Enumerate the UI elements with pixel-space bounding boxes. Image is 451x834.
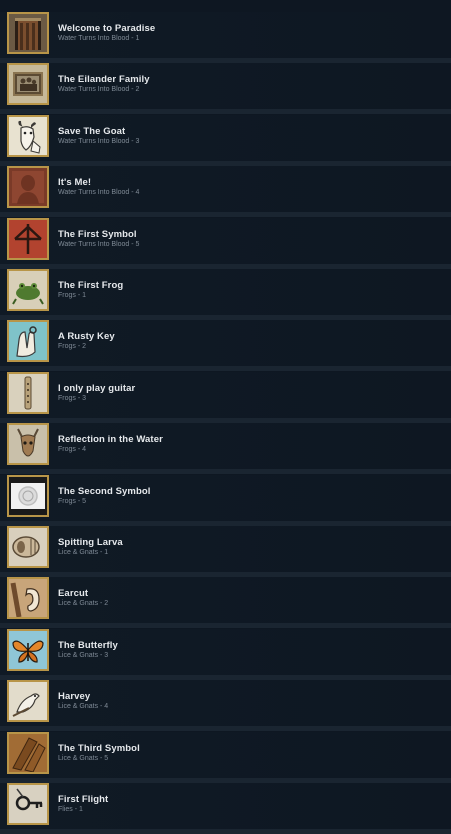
achievement-subtitle: Water Turns Into Blood - 4: [58, 189, 140, 196]
achievement-subtitle: Water Turns Into Blood - 2: [58, 86, 140, 93]
achievement-row[interactable]: It's Me! Water Turns Into Blood - 4: [0, 166, 451, 217]
coin-symbol-icon: [7, 475, 49, 517]
achievement-subtitle: Lice & Gnats - 5: [58, 755, 109, 762]
achievement-subtitle: Water Turns Into Blood - 1: [58, 35, 140, 42]
achievement-row[interactable]: Welcome to Paradise Water Turns Into Bloo…: [0, 12, 451, 63]
achievement-row[interactable]: The Third Symbol Lice & Gnats - 5: [0, 732, 451, 783]
achievement-row[interactable]: A Rusty Key Frogs - 2: [0, 320, 451, 371]
achievement-row[interactable]: Earcut Lice & Gnats - 2: [0, 577, 451, 628]
achievement-list: Welcome to Paradise Water Turns Into Bloo…: [0, 0, 451, 834]
achievement-title: The Eilander Family: [58, 74, 150, 85]
portrait-icon: [7, 166, 49, 208]
key-icon: [7, 783, 49, 825]
achievement-title: The First Symbol: [58, 229, 137, 240]
achievement-subtitle: Lice & Gnats - 3: [58, 652, 109, 659]
achievement-row[interactable]: The Eilander Family Water Turns Into Bloo…: [0, 63, 451, 114]
doorway-icon: [7, 12, 49, 54]
achievement-subtitle: Frogs - 3: [58, 395, 87, 402]
achievement-subtitle: Water Turns Into Blood - 3: [58, 138, 140, 145]
frog-icon: [7, 269, 49, 311]
achievement-row[interactable]: The First Frog Frogs - 1: [0, 269, 451, 320]
achievement-title: Reflection in the Water: [58, 434, 163, 445]
achievement-row[interactable]: Reflection in the Water Frogs - 4: [0, 423, 451, 474]
achievement-subtitle: Frogs - 5: [58, 498, 87, 505]
achievement-title: A Rusty Key: [58, 331, 115, 342]
arrow-symbol-icon: [7, 218, 49, 260]
achievement-row[interactable]: Save The Goat Water Turns Into Blood - 3: [0, 115, 451, 166]
achievement-title: The Butterfly: [58, 640, 118, 651]
achievement-title: The First Frog: [58, 280, 124, 291]
achievement-subtitle: Frogs - 2: [58, 343, 87, 350]
achievement-subtitle: Lice & Gnats - 4: [58, 703, 109, 710]
achievement-subtitle: Water Turns Into Blood - 5: [58, 241, 140, 248]
butterfly-icon: [7, 629, 49, 671]
achievement-row[interactable]: I only play guitar Frogs - 3: [0, 372, 451, 423]
achievement-subtitle: Frogs - 1: [58, 292, 87, 299]
achievement-title: The Second Symbol: [58, 486, 151, 497]
flute-icon: [7, 372, 49, 414]
achievement-title: Save The Goat: [58, 126, 126, 137]
family-portrait-icon: [7, 63, 49, 105]
achievement-row[interactable]: Harvey Lice & Gnats - 4: [0, 680, 451, 731]
achievement-title: The Third Symbol: [58, 743, 140, 754]
achievement-subtitle: Lice & Gnats - 2: [58, 600, 109, 607]
ear-icon: [7, 577, 49, 619]
achievement-row[interactable]: Spitting Larva Lice & Gnats - 1: [0, 526, 451, 577]
hand-key-icon: [7, 320, 49, 362]
achievement-subtitle: Frogs - 4: [58, 446, 87, 453]
achievement-row[interactable]: First Flight Flies - 1: [0, 783, 451, 834]
achievement-title: First Flight: [58, 794, 109, 805]
achievement-title: Harvey: [58, 691, 91, 702]
wood-planks-icon: [7, 732, 49, 774]
achievement-title: Earcut: [58, 588, 89, 599]
achievement-row[interactable]: The Second Symbol Frogs - 5: [0, 475, 451, 526]
achievement-row[interactable]: The Butterfly Lice & Gnats - 3: [0, 629, 451, 680]
achievement-subtitle: Lice & Gnats - 1: [58, 549, 109, 556]
parrot-icon: [7, 680, 49, 722]
achievement-row[interactable]: The First Symbol Water Turns Into Blood -…: [0, 218, 451, 269]
achievement-title: It's Me!: [58, 177, 92, 188]
achievement-subtitle: Flies - 1: [58, 806, 83, 813]
goat-icon: [7, 115, 49, 157]
deer-skull-icon: [7, 423, 49, 465]
achievement-title: Welcome to Paradise: [58, 23, 156, 34]
larva-icon: [7, 526, 49, 568]
achievement-title: Spitting Larva: [58, 537, 123, 548]
achievement-title: I only play guitar: [58, 383, 136, 394]
